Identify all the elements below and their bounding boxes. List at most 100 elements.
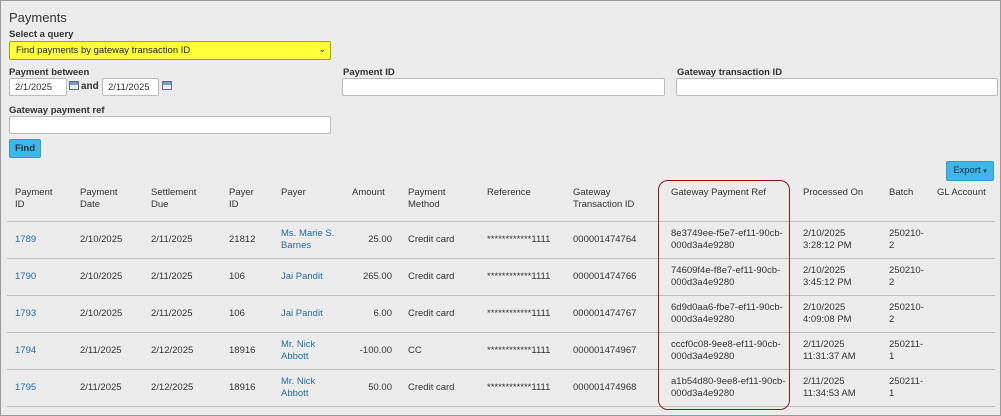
table-row: 1790 2/10/2025 2/11/2025 106 Jai Pandit 265.0…	[7, 257, 995, 295]
col-reference[interactable]: Reference	[479, 181, 565, 221]
payment-id-link[interactable]: 1789	[15, 234, 36, 245]
payer-link[interactable]: Jai Pandit	[281, 271, 323, 282]
gateway-payment-ref-label: Gateway payment ref	[9, 105, 105, 116]
cell-payment-date: 2/10/2025	[72, 220, 143, 258]
cell-payment-date: 2/10/2025	[72, 294, 143, 332]
gateway-transaction-id-input[interactable]	[676, 78, 998, 96]
cell-gateway-txn: 000001474764	[565, 220, 663, 258]
cell-batch: 250211-1	[881, 331, 929, 369]
gateway-payment-ref-input[interactable]	[9, 116, 331, 134]
and-label: and	[81, 81, 99, 92]
col-payer-id[interactable]: Payer ID	[221, 181, 273, 221]
payment-between-label: Payment between	[9, 67, 90, 78]
cell-settlement-due: 2/12/2025	[143, 368, 221, 407]
find-button[interactable]: Find	[9, 139, 41, 158]
payment-id-link[interactable]: 1793	[15, 308, 36, 319]
cell-method: Credit card	[400, 220, 479, 258]
table-row: 1794 2/11/2025 2/12/2025 18916 Mr. Nick Abbo…	[7, 331, 995, 369]
payer-link[interactable]: Jai Pandit	[281, 308, 323, 319]
cell-payment-id: 1790	[7, 257, 72, 295]
col-settlement-due[interactable]: Settlement Due	[143, 181, 221, 221]
query-select[interactable]: Find payments by gateway transaction ID …	[9, 41, 331, 60]
cell-payer: Jai Pandit	[273, 294, 344, 332]
cell-gateway-ref: 6d9d0aa6-fbe7-ef11-90cb-000d3a4e9280	[663, 294, 795, 332]
cell-gateway-txn: 000001474968	[565, 368, 663, 407]
table-body: 1789 2/10/2025 2/11/2025 21812 Ms. Marie S. …	[7, 220, 995, 407]
cell-gl-account	[929, 220, 995, 258]
cell-amount: 265.00	[344, 257, 400, 295]
cell-payer-id: 18916	[221, 331, 273, 369]
cell-settlement-due: 2/12/2025	[143, 331, 221, 369]
cell-method: Credit card	[400, 257, 479, 295]
col-amount[interactable]: Amount	[344, 181, 400, 221]
cell-processed-on: 2/11/2025 11:34:53 AM	[795, 368, 881, 407]
cell-gateway-ref: a1b54d80-9ee8-ef11-90cb-000d3a4e9280	[663, 368, 795, 407]
cell-gateway-txn: 000001474767	[565, 294, 663, 332]
cell-processed-on: 2/10/2025 3:28:12 PM	[795, 220, 881, 258]
table-row: 1795 2/11/2025 2/12/2025 18916 Mr. Nick Abbo…	[7, 368, 995, 407]
cell-method: Credit card	[400, 294, 479, 332]
query-label: Select a query	[9, 29, 74, 40]
cell-payment-id: 1793	[7, 294, 72, 332]
cell-gl-account	[929, 368, 995, 407]
payment-id-link[interactable]: 1790	[15, 271, 36, 282]
cell-reference: ************1111	[479, 294, 565, 332]
chevron-down-icon: ▾	[983, 168, 987, 175]
cell-gateway-txn: 000001474967	[565, 331, 663, 369]
col-gateway-transaction-id[interactable]: Gateway Transaction ID	[565, 181, 663, 221]
cell-payer: Jai Pandit	[273, 257, 344, 295]
col-batch[interactable]: Batch	[881, 181, 929, 221]
cell-payer: Mr. Nick Abbott	[273, 331, 344, 369]
cell-payer: Ms. Marie S. Barnes	[273, 220, 344, 258]
cell-amount: 25.00	[344, 220, 400, 258]
table-row: 1793 2/10/2025 2/11/2025 106 Jai Pandit 6.00 C…	[7, 294, 995, 332]
col-payment-method[interactable]: Payment Method	[400, 181, 479, 221]
cell-reference: ************1111	[479, 220, 565, 258]
page-title: Payments	[9, 10, 67, 25]
payer-link[interactable]: Mr. Nick Abbott	[281, 376, 315, 399]
cell-processed-on: 2/10/2025 4:09:08 PM	[795, 294, 881, 332]
calendar-icon[interactable]	[162, 81, 172, 90]
cell-settlement-due: 2/11/2025	[143, 257, 221, 295]
cell-method: CC	[400, 331, 479, 369]
cell-processed-on: 2/10/2025 3:45:12 PM	[795, 257, 881, 295]
col-payer[interactable]: Payer	[273, 181, 344, 221]
payer-link[interactable]: Mr. Nick Abbott	[281, 339, 315, 362]
cell-reference: ************1111	[479, 331, 565, 369]
cell-gateway-ref: 8e3749ee-f5e7-ef11-90cb-000d3a4e9280	[663, 220, 795, 258]
cell-batch: 250210-2	[881, 294, 929, 332]
export-label: Export	[953, 165, 981, 176]
query-select-value: Find payments by gateway transaction ID	[16, 45, 191, 56]
cell-gl-account	[929, 331, 995, 369]
col-gl-account[interactable]: GL Account	[929, 181, 995, 221]
payment-id-link[interactable]: 1795	[15, 382, 36, 393]
cell-payment-date: 2/10/2025	[72, 257, 143, 295]
payment-id-link[interactable]: 1794	[15, 345, 36, 356]
cell-payment-id: 1789	[7, 220, 72, 258]
cell-payer-id: 18916	[221, 368, 273, 407]
date-to-input[interactable]: 2/11/2025	[102, 78, 159, 96]
date-from-input[interactable]: 2/1/2025	[9, 78, 67, 96]
col-processed-on[interactable]: Processed On	[795, 181, 881, 221]
calendar-icon[interactable]	[69, 81, 79, 90]
cell-settlement-due: 2/11/2025	[143, 294, 221, 332]
cell-amount: 6.00	[344, 294, 400, 332]
cell-amount: 50.00	[344, 368, 400, 407]
export-button[interactable]: Export ▾	[946, 161, 994, 181]
payment-id-input[interactable]	[342, 78, 665, 96]
col-gateway-payment-ref[interactable]: Gateway Payment Ref	[663, 181, 795, 221]
payment-id-label: Payment ID	[343, 67, 395, 78]
cell-payer-id: 106	[221, 257, 273, 295]
cell-payment-id: 1794	[7, 331, 72, 369]
table-row: 1789 2/10/2025 2/11/2025 21812 Ms. Marie S. …	[7, 220, 995, 258]
cell-reference: ************1111	[479, 257, 565, 295]
cell-amount: -100.00	[344, 331, 400, 369]
cell-payer-id: 106	[221, 294, 273, 332]
payments-table: Payment ID Payment Date Settlement Due Paye…	[7, 181, 995, 407]
cell-reference: ************1111	[479, 368, 565, 407]
col-payment-id[interactable]: Payment ID	[7, 181, 72, 221]
cell-method: Credit card	[400, 368, 479, 407]
payer-link[interactable]: Ms. Marie S. Barnes	[281, 228, 334, 251]
col-payment-date[interactable]: Payment Date	[72, 181, 143, 221]
table-header-row: Payment ID Payment Date Settlement Due Paye…	[7, 181, 995, 221]
